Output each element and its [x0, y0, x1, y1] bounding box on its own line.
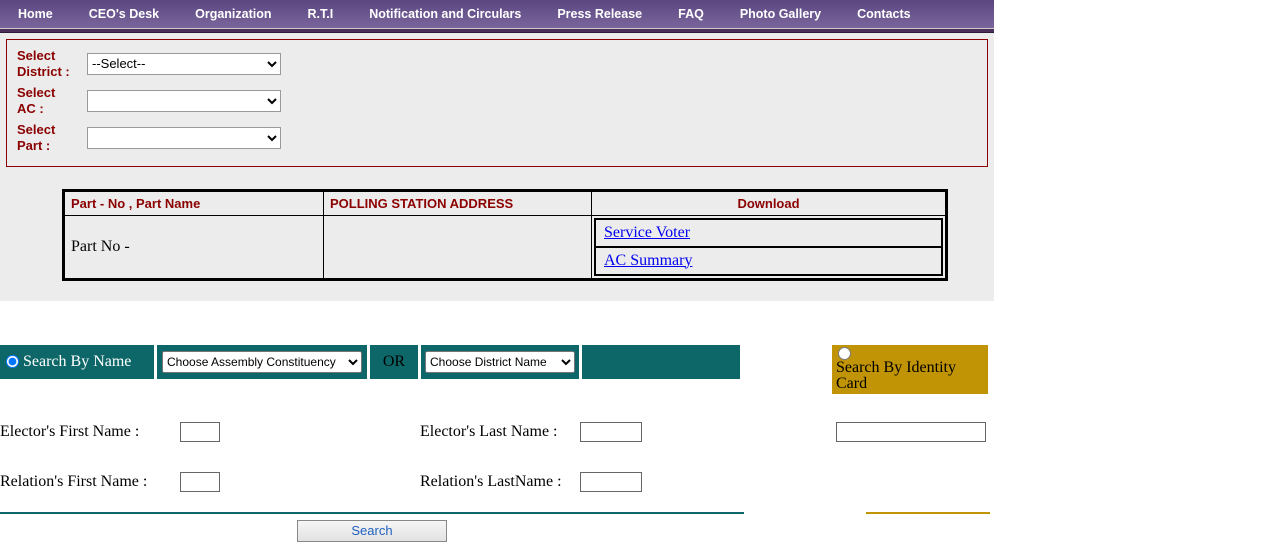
- search-by-name-label: Search By Name: [23, 353, 131, 371]
- select-part-label: Select Part :: [17, 122, 87, 153]
- search-section: Search By Name Choose Assembly Constitue…: [0, 345, 994, 542]
- th-part: Part - No , Part Name: [64, 190, 324, 215]
- select-ac[interactable]: [87, 90, 281, 112]
- nav-home[interactable]: Home: [0, 7, 71, 21]
- elector-first-label: Elector's First Name :: [0, 423, 180, 441]
- select-district-label: Select District :: [17, 48, 87, 79]
- link-service-voter[interactable]: Service Voter: [604, 224, 690, 241]
- relation-last-label: Relation's LastName :: [420, 473, 580, 491]
- select-district-search[interactable]: Choose District Name: [425, 351, 575, 373]
- nav-rti[interactable]: R.T.I: [290, 7, 352, 21]
- relation-last-input[interactable]: [580, 472, 642, 492]
- content-area: Select District : --Select-- Select AC :: [0, 33, 994, 301]
- cell-part-no: Part No -: [64, 215, 324, 279]
- selector-panel: Select District : --Select-- Select AC :: [6, 39, 988, 167]
- select-assembly[interactable]: Choose Assembly Constituency: [162, 351, 362, 373]
- cell-address: [324, 215, 592, 279]
- nav-ceo-desk[interactable]: CEO's Desk: [71, 7, 177, 21]
- identity-input[interactable]: [836, 422, 986, 442]
- nav-faq[interactable]: FAQ: [660, 7, 722, 21]
- relation-first-input[interactable]: [180, 472, 220, 492]
- nav-press-release[interactable]: Press Release: [539, 7, 660, 21]
- th-address: POLLING STATION ADDRESS: [324, 190, 592, 215]
- nav-contacts[interactable]: Contacts: [839, 7, 928, 21]
- search-header: Search By Name Choose Assembly Constitue…: [0, 345, 994, 394]
- nav-notifications[interactable]: Notification and Circulars: [351, 7, 539, 21]
- search-by-id-label: Search By Identity Card: [836, 360, 984, 392]
- elector-last-input[interactable]: [580, 422, 642, 442]
- search-button[interactable]: Search: [297, 520, 447, 542]
- divider-ochre: [866, 512, 990, 514]
- cell-downloads: Service Voter AC Summary: [592, 215, 947, 279]
- polling-table: Part - No , Part Name POLLING STATION AD…: [62, 189, 948, 281]
- relation-first-label: Relation's First Name :: [0, 473, 180, 491]
- nav-photo-gallery[interactable]: Photo Gallery: [722, 7, 839, 21]
- nav-organization[interactable]: Organization: [177, 7, 289, 21]
- th-download: Download: [592, 190, 947, 215]
- link-ac-summary[interactable]: AC Summary: [604, 252, 692, 269]
- main-nav: Home CEO's Desk Organization R.T.I Notif…: [0, 0, 994, 28]
- select-district[interactable]: --Select--: [87, 53, 281, 75]
- elector-last-label: Elector's Last Name :: [420, 423, 580, 441]
- select-ac-label: Select AC :: [17, 85, 87, 116]
- elector-first-input[interactable]: [180, 422, 220, 442]
- or-label: OR: [383, 353, 405, 371]
- radio-search-by-id[interactable]: [838, 347, 851, 360]
- divider-teal: [0, 512, 744, 514]
- radio-search-by-name[interactable]: [6, 355, 19, 368]
- select-part[interactable]: [87, 127, 281, 149]
